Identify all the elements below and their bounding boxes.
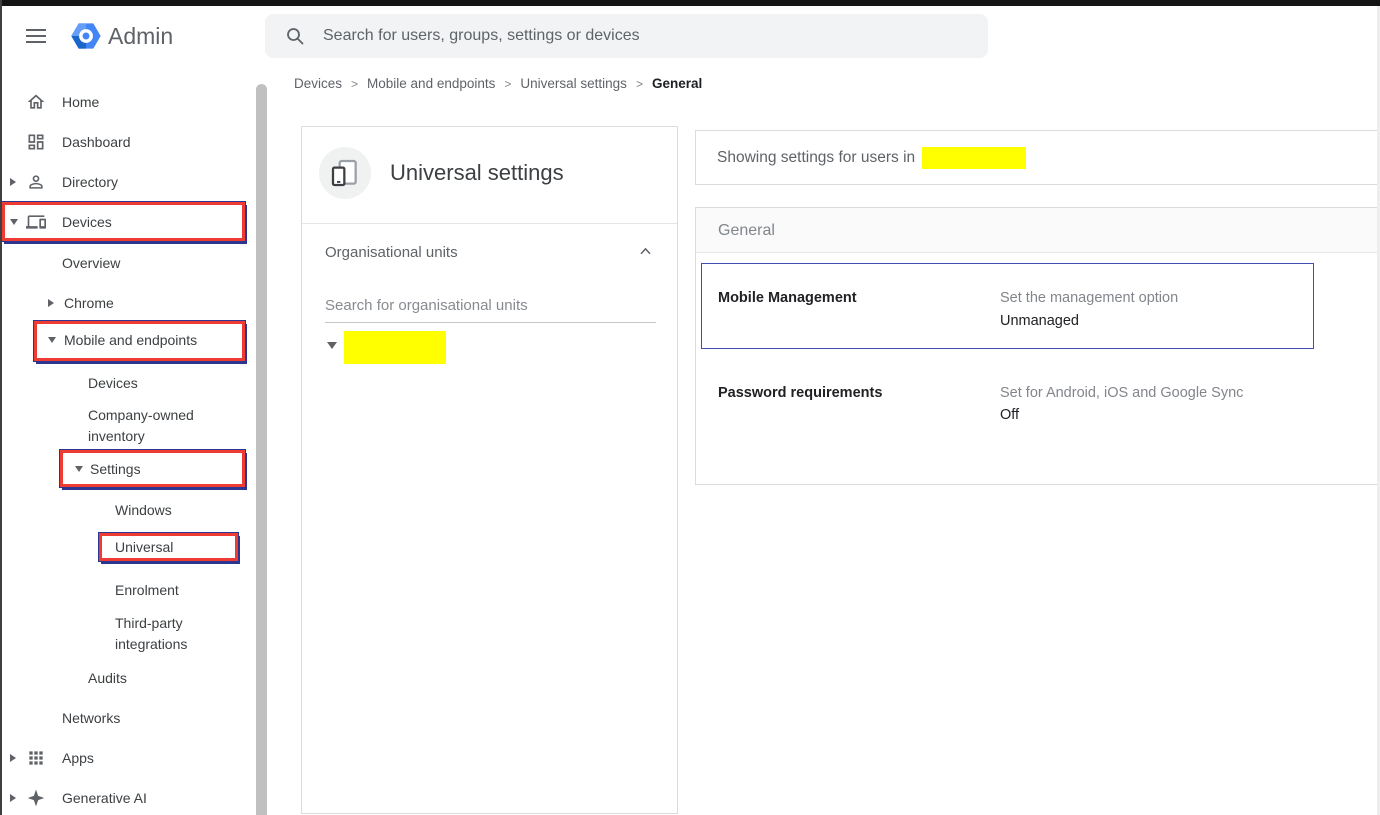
- setting-label-password-requirements[interactable]: Password requirements: [718, 385, 882, 401]
- hamburger-menu-icon[interactable]: [26, 29, 46, 43]
- sidebar-item-settings[interactable]: Settings: [0, 449, 252, 489]
- chevron-down-icon[interactable]: [75, 466, 83, 472]
- sidebar-item-label: Audits: [88, 670, 127, 686]
- dashboard-icon: [26, 132, 46, 152]
- sidebar-item-label: Apps: [62, 750, 94, 766]
- universal-settings-panel: Universal settings Organisational units …: [301, 126, 678, 814]
- sidebar-item-devices[interactable]: Devices: [0, 202, 252, 242]
- devices-icon: [26, 212, 46, 232]
- sidebar-item-chrome[interactable]: Chrome: [0, 283, 252, 323]
- sidebar-item-company-owned-inventory[interactable]: Company-owned inventory: [0, 405, 252, 449]
- window-left-edge: [0, 0, 2, 815]
- sidebar-item-label: Windows: [115, 502, 172, 518]
- app-name: Admin: [108, 23, 173, 50]
- chevron-right-icon[interactable]: [10, 754, 16, 762]
- organisational-units-label: Organisational units: [325, 244, 458, 261]
- sidebar-item-label: Generative AI: [62, 790, 147, 806]
- sidebar-item-label: Directory: [62, 174, 118, 190]
- org-unit-search-input[interactable]: Search for organisational units: [325, 297, 528, 314]
- sidebar-item-overview[interactable]: Overview: [0, 243, 252, 283]
- sidebar-item-label: Overview: [62, 255, 120, 271]
- sidebar-item-label: Devices: [88, 375, 138, 391]
- sidebar-item-apps[interactable]: Apps: [0, 738, 252, 778]
- general-card-header: General: [696, 208, 1377, 253]
- window-top-bar: [0, 0, 1380, 6]
- sidebar-item-label: Chrome: [64, 295, 114, 311]
- admin-console-screen: Admin Search for users, groups, settings…: [0, 0, 1380, 815]
- breadcrumb-separator: >: [504, 77, 511, 91]
- breadcrumb: Devices > Mobile and endpoints > Univers…: [294, 76, 702, 91]
- chevron-down-icon[interactable]: [10, 219, 18, 225]
- sidebar-item-label: Devices: [62, 214, 112, 230]
- sidebar-item-dashboard[interactable]: Dashboard: [0, 122, 252, 162]
- sidebar-scrollbar[interactable]: [256, 84, 267, 815]
- sidebar-item-devices-sub[interactable]: Devices: [0, 363, 252, 403]
- scope-bar: Showing settings for users in: [695, 130, 1378, 185]
- input-underline: [325, 322, 656, 323]
- breadcrumb-devices[interactable]: Devices: [294, 76, 342, 91]
- sidebar-item-label: Mobile and endpoints: [64, 332, 197, 348]
- setting-label-mobile-management[interactable]: Mobile Management: [718, 290, 857, 306]
- setting-value: Off: [1000, 407, 1019, 423]
- sidebar-item-enrolment[interactable]: Enrolment: [0, 570, 252, 610]
- setting-description: Set for Android, iOS and Google Sync: [1000, 385, 1243, 401]
- home-icon: [26, 92, 46, 112]
- sidebar-item-audits[interactable]: Audits: [0, 658, 252, 698]
- breadcrumb-universal-settings[interactable]: Universal settings: [520, 76, 627, 91]
- universal-settings-icon: [319, 147, 371, 199]
- breadcrumb-separator: >: [351, 77, 358, 91]
- general-settings-card: General Mobile Management Set the manage…: [695, 207, 1378, 485]
- chevron-right-icon[interactable]: [48, 299, 54, 307]
- mobile-management-row-focus-outline[interactable]: [701, 263, 1314, 349]
- scope-text: Showing settings for users in: [717, 149, 915, 167]
- search-input[interactable]: Search for users, groups, settings or de…: [265, 14, 988, 58]
- admin-logo: [70, 20, 102, 52]
- search-icon: [285, 26, 305, 46]
- section-title: General: [718, 208, 775, 253]
- sidebar-item-universal[interactable]: Universal: [0, 527, 252, 567]
- generative-ai-icon: [26, 788, 46, 808]
- sidebar-item-label: Third-party integrations: [115, 613, 231, 655]
- chevron-up-icon[interactable]: [638, 244, 653, 259]
- chevron-right-icon[interactable]: [10, 178, 16, 186]
- panel-title: Universal settings: [390, 160, 564, 186]
- sidebar-item-generative-ai[interactable]: Generative AI: [0, 778, 252, 815]
- sidebar-item-label: Universal: [115, 539, 173, 555]
- breadcrumb-separator: >: [636, 77, 643, 91]
- setting-description: Set the management option: [1000, 290, 1178, 306]
- sidebar-item-mobile-and-endpoints[interactable]: Mobile and endpoints: [0, 320, 252, 360]
- chevron-right-icon[interactable]: [10, 794, 16, 802]
- tree-expander-icon[interactable]: [327, 342, 337, 349]
- sidebar-item-label: Settings: [90, 461, 141, 477]
- directory-icon: [26, 172, 46, 192]
- sidebar-item-third-party-integrations[interactable]: Third-party integrations: [0, 613, 252, 657]
- sidebar-item-windows[interactable]: Windows: [0, 490, 252, 530]
- sidebar-item-home[interactable]: Home: [0, 82, 252, 122]
- breadcrumb-mobile-and-endpoints[interactable]: Mobile and endpoints: [367, 76, 495, 91]
- org-unit-name-redacted[interactable]: [344, 331, 446, 364]
- search-placeholder: Search for users, groups, settings or de…: [323, 27, 640, 45]
- sidebar-item-label: Company-owned inventory: [88, 405, 238, 447]
- sidebar-item-label: Networks: [62, 710, 120, 726]
- divider: [302, 223, 677, 224]
- breadcrumb-current-general: General: [652, 76, 702, 91]
- sidebar-item-directory[interactable]: Directory: [0, 162, 252, 202]
- apps-icon: [26, 748, 46, 768]
- sidebar-item-networks[interactable]: Networks: [0, 698, 252, 738]
- sidebar-item-label: Dashboard: [62, 134, 131, 150]
- sidebar-item-label: Enrolment: [115, 582, 179, 598]
- setting-value: Unmanaged: [1000, 313, 1079, 329]
- scope-org-unit-redacted: [922, 147, 1026, 169]
- sidebar-item-label: Home: [62, 94, 99, 110]
- chevron-down-icon[interactable]: [48, 337, 56, 343]
